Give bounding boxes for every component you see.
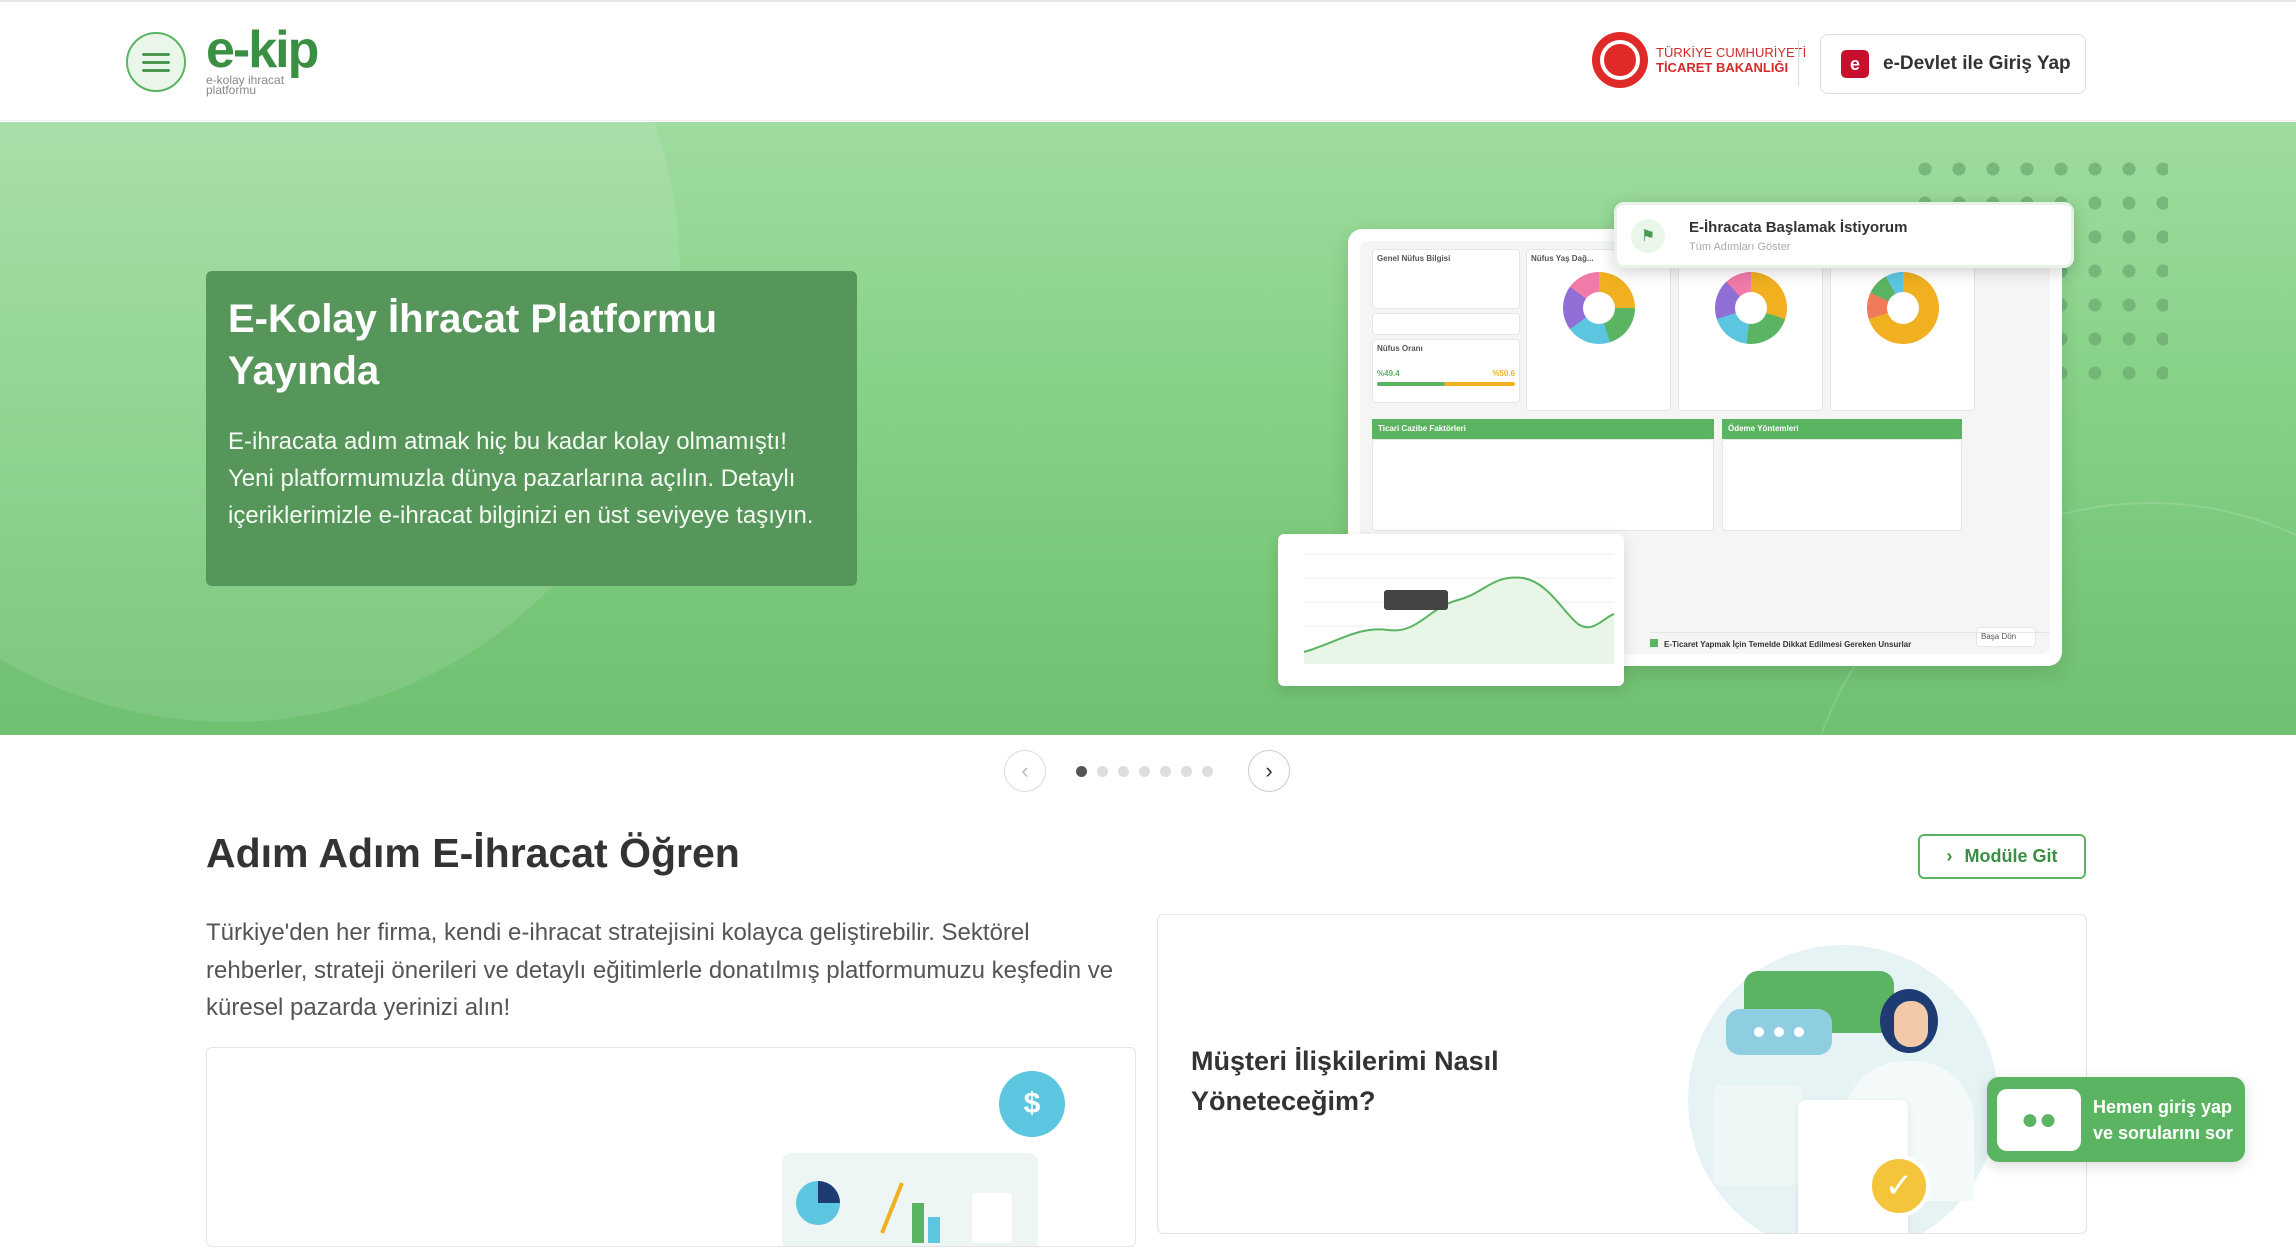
chatbot-line-2: ve sorularını sor xyxy=(2093,1122,2234,1143)
learn-card-crm[interactable]: Müşteri İlişkilerimi Nasıl Yöneteceğim? … xyxy=(1157,914,2087,1234)
ministry-line-1: TÜRKİYE CUMHURİYETİ xyxy=(1656,45,1807,60)
check-icon: ✓ xyxy=(1868,1155,1930,1217)
edevlet-login-label: e-Devlet ile Giriş Yap xyxy=(1883,53,2071,74)
mock-start-step-card: ⚑ E-İhracata Başlamak İstiyorum Tüm Adım… xyxy=(1614,202,2074,268)
dollar-gear-icon: $ xyxy=(999,1071,1065,1137)
menu-icon-line xyxy=(142,60,170,64)
learn-section-title: Adım Adım E-İhracat Öğren xyxy=(206,830,740,876)
chatbot-line-1: Hemen giriş yap xyxy=(2093,1096,2233,1117)
slider-dot[interactable] xyxy=(1118,766,1129,777)
hero-title: E-Kolay İhracat Platformu Yayında xyxy=(228,297,718,393)
hero-description: E-ihracata adım atmak hiç bu kadar kolay… xyxy=(228,428,814,529)
mock-ratio-male: %49.4 xyxy=(1377,369,1400,378)
document-icon xyxy=(972,1193,1012,1243)
mock-area-fill xyxy=(1304,577,1614,664)
flag-icon: ⚑ xyxy=(1631,219,1665,253)
mock-line-chart xyxy=(1278,534,1624,686)
mock-donut-3 xyxy=(1867,272,1939,344)
mock-ratio-title: Nüfus Oranı xyxy=(1377,344,1423,353)
analytics-illustration xyxy=(782,1153,1038,1246)
ministry-logo[interactable]: TÜRKİYE CUMHURİYETİ TİCARET BAKANLIĞI xyxy=(1592,32,1806,88)
slider-dot[interactable] xyxy=(1076,766,1087,777)
mock-trade-table xyxy=(1372,439,1714,531)
hero-slider: E-Kolay İhracat Platformu Yayında E-ihra… xyxy=(0,122,2296,735)
mock-footer-text: E-Ticaret Yapmak İçin Temelde Dikkat Edi… xyxy=(1650,632,2050,654)
chevron-right-icon: › xyxy=(1946,846,1953,866)
site-header: e-kip e-kolay ihracat platformu TÜRKİYE … xyxy=(0,2,2296,121)
header-divider xyxy=(1798,40,1799,86)
robot-icon: ●● xyxy=(1997,1088,2081,1151)
mock-line-chart-svg xyxy=(1303,553,1615,664)
menu-icon-line xyxy=(142,68,170,72)
ministry-seal-icon xyxy=(1592,32,1648,88)
edevlet-login-button[interactable]: e e-Devlet ile Giriş Yap xyxy=(1820,34,2086,94)
slider-prev-button[interactable]: ‹ xyxy=(1004,750,1046,792)
hero-text-card: E-Kolay İhracat Platformu Yayında E-ihra… xyxy=(206,271,857,586)
slider-dots xyxy=(1076,766,1213,777)
mock-pill-title: E-İhracata Başlamak İstiyorum xyxy=(1689,219,1908,236)
mock-language-donut xyxy=(1715,272,1787,344)
mock-trade-bar: Ticari Cazibe Faktörleri xyxy=(1372,419,1714,439)
module-go-button[interactable]: › Modüle Git xyxy=(1918,834,2086,879)
edevlet-icon: e xyxy=(1841,50,1869,78)
card-crm-title: Müşteri İlişkilerimi Nasıl Yöneteceğim? xyxy=(1191,1046,1499,1116)
mock-payment-bar: Ödeme Yöntemleri xyxy=(1722,419,1962,439)
mock-payment-panel xyxy=(1722,439,1962,531)
mock-general-title: Genel Nüfus Bilgisi xyxy=(1377,254,1451,263)
hero-slider-controls: ‹ › xyxy=(1004,750,1290,796)
logo-wordmark: e-kip xyxy=(206,21,319,79)
mock-ratio-female: %50.6 xyxy=(1492,369,1515,378)
learn-section-description: Türkiye'den her firma, kendi e-ihracat s… xyxy=(206,919,1114,1021)
slider-dot[interactable] xyxy=(1139,766,1150,777)
slider-dot[interactable] xyxy=(1097,766,1108,777)
module-go-label: Modüle Git xyxy=(1964,846,2058,866)
chatbot-button[interactable]: ●● Hemen giriş yap ve sorularını sor xyxy=(1987,1077,2245,1162)
mock-currency-row xyxy=(1372,313,1520,335)
mock-pill-subtitle: Tüm Adımları Göster xyxy=(1689,241,1791,253)
menu-icon-line xyxy=(142,52,170,56)
learn-card-left[interactable]: $ xyxy=(206,1047,1136,1247)
person-face-illustration xyxy=(1894,1001,1928,1047)
ministry-line-2: TİCARET BAKANLIĞI xyxy=(1656,60,1789,75)
slider-dot[interactable] xyxy=(1181,766,1192,777)
hamburger-menu-button[interactable] xyxy=(126,32,186,92)
mock-age-title: Nüfus Yaş Dağ... xyxy=(1531,254,1594,263)
typing-bubble-illustration xyxy=(1726,1009,1832,1055)
bar-icon xyxy=(912,1203,924,1243)
trend-icon xyxy=(880,1182,904,1234)
slider-dot[interactable] xyxy=(1202,766,1213,777)
profile-card-illustration xyxy=(1713,1085,1803,1185)
mock-age-donut xyxy=(1563,272,1635,344)
ekip-logo[interactable]: e-kip e-kolay ihracat platformu xyxy=(206,24,326,96)
mock-tooltip xyxy=(1384,590,1448,610)
slider-dot[interactable] xyxy=(1160,766,1171,777)
slider-next-button[interactable]: › xyxy=(1248,750,1290,792)
mock-ratio-bar xyxy=(1377,382,1515,386)
